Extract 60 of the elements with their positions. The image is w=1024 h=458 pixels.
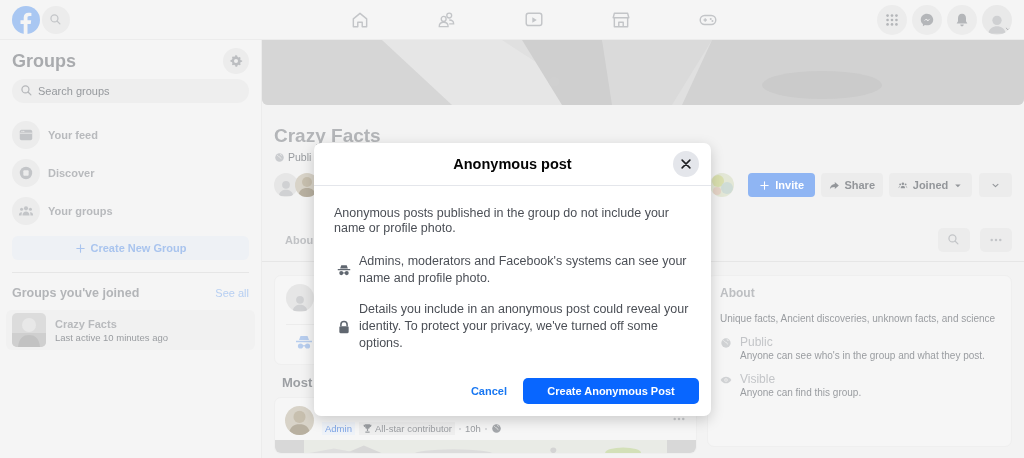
logo[interactable]	[12, 5, 40, 34]
share-button[interactable]: Share	[821, 173, 883, 197]
image-block	[667, 440, 696, 453]
group-name: Crazy Facts	[55, 317, 118, 330]
sidebar-item[interactable]: Your feed	[12, 116, 249, 154]
group-list-item[interactable]: Crazy Facts Last active 10 minutes ago	[6, 310, 255, 350]
card-title: About	[720, 286, 756, 300]
role-badge: Admin	[322, 422, 355, 435]
plus-icon	[759, 179, 771, 191]
info-text: Admins, moderators and Facebook's systems can see your name and profile photo.	[359, 253, 688, 287]
feed-icon	[18, 127, 34, 143]
plus-icon	[74, 242, 86, 254]
sidebar-item[interactable]: Discover	[12, 154, 249, 192]
section-heading: Groups you've joined	[12, 286, 140, 300]
section-heading: Most	[282, 375, 313, 392]
close-button[interactable]	[673, 151, 699, 177]
search-icon	[947, 233, 961, 247]
search-field[interactable]: Search groups	[12, 79, 249, 103]
post-time: 10h	[465, 423, 481, 434]
contributor-badge: All-star contributor	[358, 422, 456, 435]
joined-button[interactable]: Joined	[889, 173, 972, 197]
fact-description: Anyone can find this group.	[740, 386, 862, 400]
create-group-button[interactable]: Create New Group	[12, 236, 249, 260]
settings-button[interactable]	[223, 48, 249, 74]
privacy-label: Publi	[288, 151, 312, 163]
activity-text: Last active 10 minutes ago	[55, 331, 168, 343]
messenger-button[interactable]	[912, 4, 942, 35]
group-title: Crazy Facts	[274, 125, 382, 147]
menu-button[interactable]	[877, 4, 907, 35]
intro-text: Anonymous posts published in the group do not include your name or profile photo.	[334, 206, 670, 236]
messenger-icon	[919, 11, 935, 28]
settings-icon	[228, 53, 244, 69]
notifications-button[interactable]	[947, 4, 977, 35]
search-icon	[49, 12, 63, 27]
cancel-button[interactable]: Cancel	[470, 381, 507, 401]
info-text: Details you include in an anonymous post could reveal your identity. To protect your privacy, we've turned off some options.	[359, 301, 690, 352]
search-button[interactable]	[42, 5, 70, 34]
incognito-icon	[295, 333, 313, 351]
search-button[interactable]	[938, 228, 970, 252]
account-button[interactable]	[982, 4, 1012, 35]
invite-button[interactable]: Invite	[748, 173, 815, 197]
more-button[interactable]	[979, 173, 1012, 197]
menu-icon	[884, 11, 900, 28]
eye-icon	[720, 374, 732, 386]
trophy-icon	[361, 423, 373, 434]
sidebar-title: Groups	[12, 50, 76, 72]
more-button[interactable]	[980, 228, 1012, 252]
image-block	[275, 440, 304, 453]
close-icon	[679, 157, 693, 171]
sidebar-item[interactable]: Your groups	[12, 192, 249, 230]
description-text: Unique facts, Ancient discoveries, unknown facts, and science	[720, 312, 997, 326]
incognito-icon	[337, 263, 351, 277]
dialog-title: Anonymous post	[453, 156, 572, 172]
people-icon	[436, 9, 457, 30]
create-post-button[interactable]: Create Anonymous Post	[523, 378, 699, 404]
see-all-link[interactable]: See all	[215, 287, 249, 299]
search-icon	[20, 84, 34, 98]
fact-description: Anyone can see who's in the group and what they post.	[740, 349, 985, 363]
notifications-icon	[954, 11, 970, 28]
lock-icon	[337, 319, 351, 334]
